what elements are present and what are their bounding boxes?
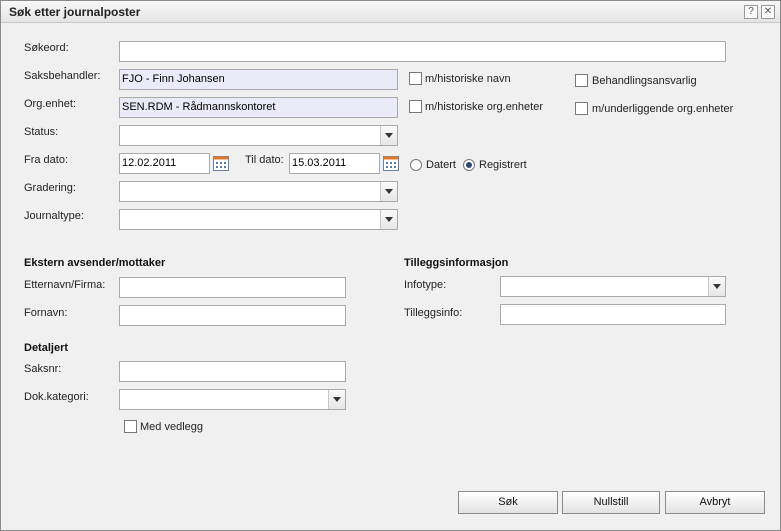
underliggende-checkbox[interactable] — [575, 102, 588, 115]
etternavn-input[interactable] — [119, 277, 346, 298]
ekstern-heading: Ekstern avsender/mottaker — [24, 257, 166, 269]
saksbehandler-label: Saksbehandler: — [24, 70, 101, 82]
search-dialog: Søk etter journalposter ? ✕ Søkeord: Sak… — [0, 0, 781, 531]
infotype-select[interactable] — [500, 276, 726, 297]
search-input[interactable] — [119, 41, 726, 62]
journaltype-label: Journaltype: — [24, 210, 84, 222]
saksnr-input[interactable] — [119, 361, 346, 382]
fornavn-label: Fornavn: — [24, 307, 68, 319]
help-button[interactable]: ? — [744, 5, 758, 19]
til-dato-input[interactable]: 15.03.2011 — [289, 153, 380, 174]
orgenhet-label: Org.enhet: — [24, 98, 76, 110]
title-bar: Søk etter journalposter ? ✕ — [1, 1, 780, 23]
gradering-label: Gradering: — [24, 182, 76, 194]
behandlingsansvarlig-checkbox[interactable] — [575, 74, 588, 87]
til-dato-label: Til dato: — [245, 154, 284, 166]
radio-selected-dot — [466, 162, 472, 168]
behandlingsansvarlig-label: Behandlingsansvarlig — [592, 75, 697, 87]
chevron-down-icon[interactable] — [380, 182, 397, 201]
fornavn-input[interactable] — [119, 305, 346, 326]
calendar-icon[interactable] — [383, 155, 399, 171]
datert-label: Datert — [426, 159, 456, 171]
search-label: Søkeord: — [24, 42, 69, 54]
saksbehandler-field[interactable]: FJO - Finn Johansen — [119, 69, 398, 90]
historiske-navn-label: m/historiske navn — [425, 73, 511, 85]
registrert-radio[interactable] — [463, 159, 475, 171]
dokkategori-select[interactable] — [119, 389, 346, 410]
infotype-label: Infotype: — [404, 279, 447, 291]
registrert-label: Registrert — [479, 159, 527, 171]
calendar-icon[interactable] — [213, 155, 229, 171]
journaltype-select[interactable] — [119, 209, 398, 230]
historiske-navn-checkbox[interactable] — [409, 72, 422, 85]
avbryt-button[interactable]: Avbryt — [665, 491, 765, 514]
gradering-select[interactable] — [119, 181, 398, 202]
historiske-org-label: m/historiske org.enheter — [425, 101, 543, 113]
status-select[interactable] — [119, 125, 398, 146]
fra-dato-input[interactable]: 12.02.2011 — [119, 153, 210, 174]
med-vedlegg-label: Med vedlegg — [140, 421, 203, 433]
historiske-org-checkbox[interactable] — [409, 100, 422, 113]
saksnr-label: Saksnr: — [24, 363, 62, 375]
tillegg-heading: Tilleggsinformasjon — [404, 257, 509, 269]
nullstill-button[interactable]: Nullstill — [562, 491, 660, 514]
tilleggsinfo-label: Tilleggsinfo: — [404, 307, 463, 319]
orgenhet-field[interactable]: SEN.RDM - Rådmannskontoret — [119, 97, 398, 118]
chevron-down-icon[interactable] — [708, 277, 725, 296]
chevron-down-icon[interactable] — [380, 210, 397, 229]
datert-radio[interactable] — [410, 159, 422, 171]
etternavn-label: Etternavn/Firma: — [24, 279, 106, 291]
med-vedlegg-checkbox[interactable] — [124, 420, 137, 433]
dokkategori-label: Dok.kategori: — [24, 391, 89, 403]
underliggende-label: m/underliggende org.enheter — [592, 103, 734, 115]
tilleggsinfo-input[interactable] — [500, 304, 726, 325]
sok-button[interactable]: Søk — [458, 491, 558, 514]
dialog-title: Søk etter journalposter — [9, 5, 141, 19]
chevron-down-icon[interactable] — [328, 390, 345, 409]
detaljert-heading: Detaljert — [24, 342, 69, 354]
fra-dato-label: Fra dato: — [24, 154, 69, 166]
close-button[interactable]: ✕ — [761, 5, 775, 19]
status-label: Status: — [24, 126, 59, 138]
chevron-down-icon[interactable] — [380, 126, 397, 145]
